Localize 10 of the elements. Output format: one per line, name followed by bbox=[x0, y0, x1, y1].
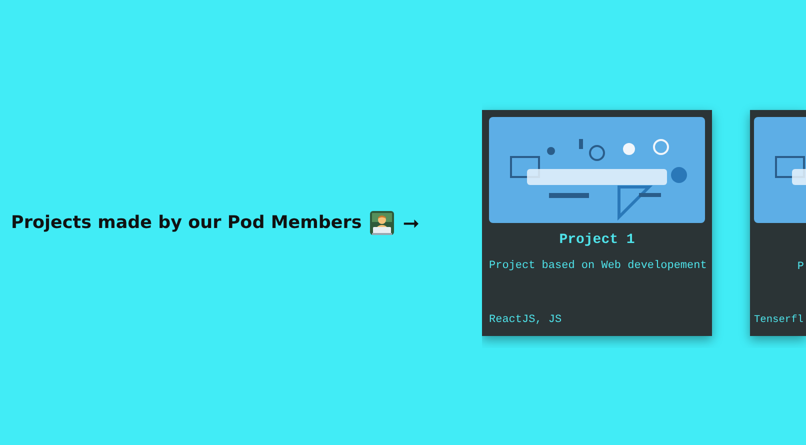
project-description: Project based on Web developement bbox=[489, 260, 705, 272]
project-card[interactable]: P Tenserfl bbox=[750, 110, 806, 336]
project-description: P bbox=[796, 260, 805, 272]
project-card[interactable]: Project 1 Project based on Web developement ReactJS, JS bbox=[482, 110, 712, 336]
arrow-glyph: ➞ bbox=[402, 210, 420, 234]
project-title: Project 1 bbox=[558, 232, 636, 248]
project-tags: ReactJS, JS bbox=[489, 314, 705, 326]
technologist-icon bbox=[370, 210, 394, 234]
project-tags: Tenserfl bbox=[754, 314, 806, 326]
section-heading: Projects made by our Pod Members bbox=[11, 212, 362, 232]
